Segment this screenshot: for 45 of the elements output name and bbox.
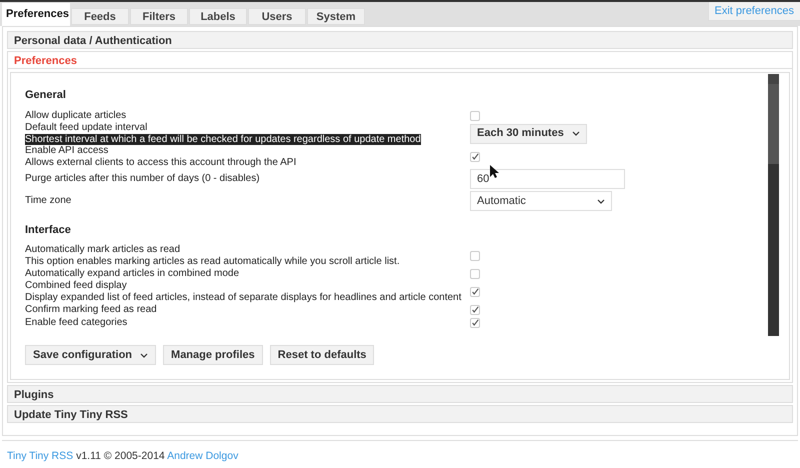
caret-icon xyxy=(572,131,580,136)
setting-label: Combined feed display xyxy=(25,280,128,292)
setting-description: This option enables marking articles as read automatically while you scroll article list. xyxy=(25,256,401,267)
setting-label: Automatically expand articles in combined mode xyxy=(25,268,240,280)
setting-label: Default feed update interval xyxy=(25,122,148,134)
panel-header[interactable]: Personal data / Authentication xyxy=(7,31,793,49)
setting-label: Enable API access xyxy=(25,145,110,156)
setting-label: Confirm marking feed as read xyxy=(25,304,158,316)
setting-label: Time zone xyxy=(25,195,72,207)
setting-label: Enable feed categories xyxy=(25,316,128,328)
section-heading: Interface xyxy=(25,223,72,238)
tab[interactable]: Filters xyxy=(130,8,188,25)
caret-icon xyxy=(597,198,605,204)
checkbox[interactable] xyxy=(470,250,480,260)
checkbox[interactable] xyxy=(470,286,480,296)
scrollbar[interactable] xyxy=(768,74,779,336)
setting-label: Automatically mark articles as read xyxy=(25,244,182,256)
tab[interactable]: Feeds xyxy=(71,8,129,25)
dropdown[interactable]: Automatic xyxy=(470,191,612,211)
panel-header[interactable]: Update Tiny Tiny RSS xyxy=(7,405,793,423)
checkbox[interactable] xyxy=(470,304,480,314)
input-field[interactable]: 60 xyxy=(470,169,625,189)
action-button[interactable]: Save configuration xyxy=(25,345,156,365)
tab[interactable]: System xyxy=(307,8,365,25)
setting-label: Purge articles after this number of days (0 - disables) xyxy=(25,173,261,185)
dropdown[interactable]: Each 30 minutes xyxy=(470,124,587,144)
setting-description: Shortest interval at which a feed will be checked for updates regardless of update method xyxy=(25,134,421,145)
setting-description: Allows external clients to access this account through the API xyxy=(25,156,298,168)
panel-header[interactable]: Plugins xyxy=(7,385,793,403)
action-button[interactable]: Manage profiles xyxy=(163,345,263,365)
tab[interactable]: Preferences xyxy=(2,3,70,26)
setting-description: Display expanded list of feed articles, instead of separate displays for headlines and article content xyxy=(25,292,462,303)
caret-icon xyxy=(140,352,148,358)
mouse-cursor-icon xyxy=(490,165,499,178)
checkbox[interactable] xyxy=(470,152,480,162)
setting-label: Allow duplicate articles xyxy=(25,110,128,122)
section-heading: General xyxy=(25,88,67,103)
checkbox[interactable] xyxy=(470,110,480,120)
action-button[interactable]: Reset to defaults xyxy=(270,345,374,365)
checkbox[interactable] xyxy=(470,268,480,278)
tab[interactable]: Users xyxy=(248,8,306,25)
checkbox[interactable] xyxy=(470,318,480,328)
footer-text: Tiny Tiny RSS v1.11 © 2005-2014 Andrew Dolgov xyxy=(7,449,240,464)
tab[interactable]: Labels xyxy=(189,8,247,25)
panel-header[interactable]: Preferences xyxy=(7,51,793,69)
